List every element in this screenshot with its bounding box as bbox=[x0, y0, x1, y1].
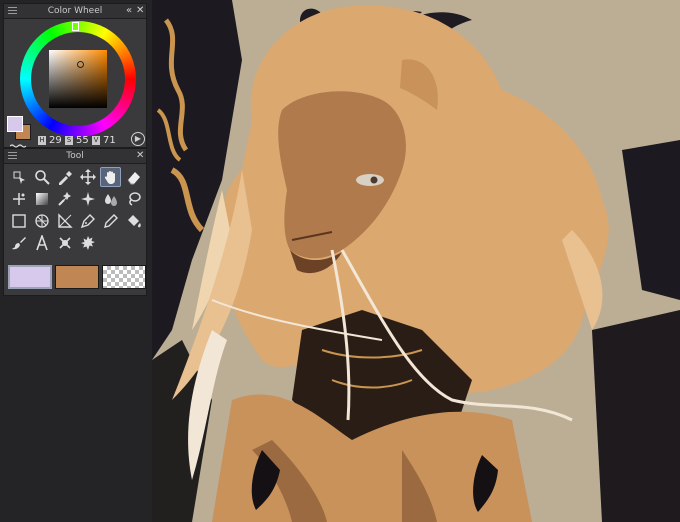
pen-tool-icon[interactable] bbox=[77, 211, 98, 231]
hand-tool-icon[interactable] bbox=[100, 167, 121, 187]
fill-tool-icon[interactable] bbox=[123, 211, 144, 231]
hue-marker[interactable] bbox=[72, 22, 79, 31]
decoration-tool-icon[interactable] bbox=[77, 233, 98, 253]
transparent-color-chip[interactable] bbox=[102, 265, 146, 289]
left-dock: Color Wheel « ✕ H 29 S 55 V 71 ▶ Tool ✕ bbox=[0, 0, 152, 522]
sub-color-chip[interactable] bbox=[55, 265, 99, 289]
correction-tool-icon[interactable] bbox=[54, 233, 75, 253]
saturation-value[interactable]: 55 bbox=[76, 135, 89, 146]
color-picker-marker[interactable] bbox=[77, 61, 84, 68]
brightness-value[interactable]: 71 bbox=[103, 135, 116, 146]
main-color-chip[interactable] bbox=[8, 265, 52, 289]
operation-tool-icon[interactable] bbox=[8, 167, 29, 187]
text-tool-icon[interactable] bbox=[31, 233, 52, 253]
gradient-tool-icon[interactable] bbox=[31, 189, 52, 209]
saturation-value-square[interactable] bbox=[49, 50, 107, 108]
brush-tool-icon[interactable] bbox=[8, 233, 29, 253]
hsv-values: H 29 S 55 V 71 bbox=[38, 134, 116, 146]
close-button[interactable]: ✕ bbox=[136, 150, 144, 162]
main-color-swatch[interactable] bbox=[7, 116, 23, 132]
illustration bbox=[152, 0, 680, 522]
value-label: V bbox=[92, 135, 100, 145]
drawing-canvas[interactable] bbox=[152, 0, 680, 522]
collapse-button[interactable]: « bbox=[126, 5, 132, 17]
zoom-tool-icon[interactable] bbox=[31, 167, 52, 187]
eyedropper-tool-icon[interactable] bbox=[54, 167, 75, 187]
hue-value[interactable]: 29 bbox=[49, 135, 62, 146]
color-bar bbox=[8, 265, 146, 289]
auto-action-tool-icon[interactable] bbox=[8, 189, 29, 209]
color-wheel[interactable] bbox=[20, 21, 136, 137]
saturation-label: S bbox=[65, 135, 73, 145]
rect-selection-tool-icon[interactable] bbox=[8, 211, 29, 231]
pencil-tool-icon[interactable] bbox=[100, 211, 121, 231]
move-tool-icon[interactable] bbox=[77, 167, 98, 187]
tool-panel-header[interactable]: Tool ✕ bbox=[4, 149, 146, 164]
panel-title: Color Wheel bbox=[47, 6, 103, 16]
eraser-tool-icon[interactable] bbox=[123, 167, 144, 187]
airbrush-tool-icon[interactable] bbox=[77, 189, 98, 209]
color-swatches bbox=[7, 116, 33, 142]
lasso-tool-icon[interactable] bbox=[123, 189, 144, 209]
color-wheel-header[interactable]: Color Wheel « ✕ bbox=[4, 4, 146, 19]
blend-tool-icon[interactable] bbox=[100, 189, 121, 209]
color-wheel-panel: Color Wheel « ✕ H 29 S 55 V 71 ▶ bbox=[3, 3, 147, 148]
close-button[interactable]: ✕ bbox=[136, 5, 144, 17]
hue-label: H bbox=[38, 135, 46, 145]
panel-title: Tool bbox=[66, 151, 84, 161]
tool-panel: Tool ✕ bbox=[3, 148, 147, 296]
tool-grid bbox=[8, 167, 146, 255]
color-mode-button[interactable]: ▶ bbox=[131, 132, 145, 146]
sparkle-tool-icon[interactable] bbox=[54, 189, 75, 209]
ruler-tool-icon[interactable] bbox=[54, 211, 75, 231]
grid-selection-tool-icon[interactable] bbox=[31, 211, 52, 231]
